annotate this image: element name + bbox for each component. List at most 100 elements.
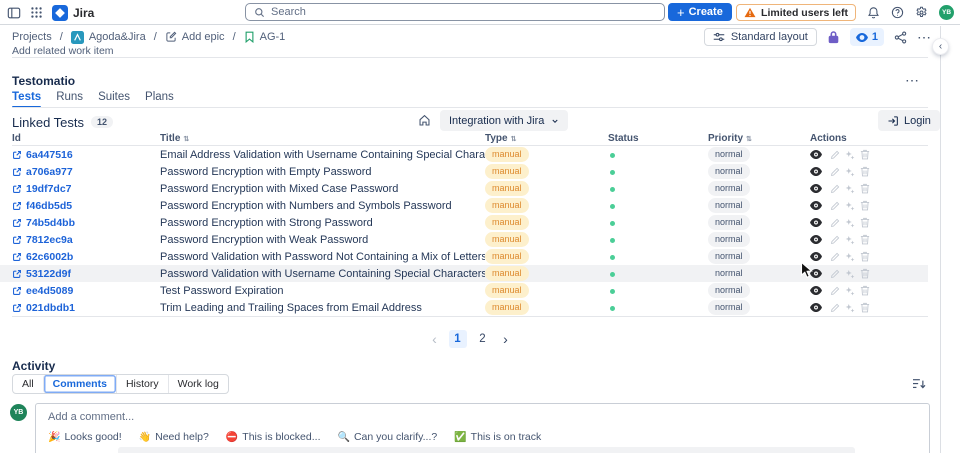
test-id-link[interactable]: 62c6002b [12,251,160,263]
edit-pencil-icon[interactable] [830,201,840,211]
edit-pencil-icon[interactable] [830,235,840,245]
delete-trash-icon[interactable] [860,183,870,194]
test-id-link[interactable]: 021dbdb1 [12,302,160,314]
user-avatar[interactable]: YB [939,5,954,20]
test-id-link[interactable]: 53122d9f [12,268,160,280]
view-test-eye-icon[interactable] [810,218,822,227]
test-id-link[interactable]: ee4d5089 [12,285,160,297]
delete-trash-icon[interactable] [860,217,870,228]
tab-suites[interactable]: Suites [98,91,130,108]
collapse-panel-button[interactable]: ‹ [933,39,948,54]
filter-worklog[interactable]: Work log [167,375,228,393]
test-id-link[interactable]: 74b5d4bb [12,217,160,229]
ai-sparkle-icon[interactable] [845,167,855,177]
limited-users-button[interactable]: Limited users left [736,4,856,21]
quick-reply-looks-good[interactable]: 🎉 Looks good! [48,431,122,443]
delete-trash-icon[interactable] [860,166,870,177]
breadcrumb-add-epic[interactable]: Add epic [165,31,225,43]
create-button[interactable]: + Create [668,3,732,21]
quick-reply-clarify[interactable]: 🔍 Can you clarify...? [338,431,438,443]
ai-sparkle-icon[interactable] [845,235,855,245]
test-id-link[interactable]: a706a977 [12,166,160,178]
ai-sparkle-icon[interactable] [845,218,855,228]
view-test-eye-icon[interactable] [810,235,822,244]
ai-sparkle-icon[interactable] [845,150,855,160]
test-id-link[interactable]: 7812ec9a [12,234,160,246]
table-row[interactable]: 62c6002b Password Validation with Passwo… [0,248,928,265]
ai-sparkle-icon[interactable] [845,252,855,262]
sidebar-toggle-icon[interactable] [7,6,21,20]
testomatio-more-menu[interactable]: ⋯ [905,72,920,89]
notifications-bell-icon[interactable] [867,6,880,19]
edit-pencil-icon[interactable] [830,218,840,228]
quick-reply-need-help[interactable]: 👋 Need help? [139,431,209,443]
table-row[interactable]: 021dbdb1 Trim Leading and Trailing Space… [0,299,928,316]
ai-sparkle-icon[interactable] [845,303,855,313]
watchers-badge[interactable]: 1 [849,28,884,46]
delete-trash-icon[interactable] [860,149,870,160]
filter-comments[interactable]: Comments [42,375,116,393]
view-test-eye-icon[interactable] [810,286,822,295]
tab-plans[interactable]: Plans [145,91,174,108]
standard-layout-button[interactable]: Standard layout [703,28,817,46]
column-header-title[interactable]: Title ⇅ [160,133,485,144]
edit-pencil-icon[interactable] [830,286,840,296]
ai-sparkle-icon[interactable] [845,201,855,211]
edit-pencil-icon[interactable] [830,150,840,160]
table-row[interactable]: a706a977 Password Encryption with Empty … [0,163,928,180]
edit-pencil-icon[interactable] [830,167,840,177]
test-id-link[interactable]: 19df7dc7 [12,183,160,195]
edit-pencil-icon[interactable] [830,269,840,279]
breadcrumb-projects[interactable]: Projects [12,31,52,43]
home-icon[interactable] [418,114,431,127]
delete-trash-icon[interactable] [860,302,870,313]
comment-input-box[interactable]: Add a comment... 🎉 Looks good! 👋 Need help… [35,403,930,453]
edit-pencil-icon[interactable] [830,184,840,194]
table-row[interactable]: 53122d9f Password Validation with Userna… [0,265,928,282]
login-button[interactable]: Login [878,110,940,131]
table-row[interactable]: 19df7dc7 Password Encryption with Mixed … [0,180,928,197]
settings-gear-icon[interactable] [915,6,928,19]
tab-runs[interactable]: Runs [56,91,83,108]
integration-dropdown[interactable]: Integration with Jira [440,110,569,131]
activity-sort-order-icon[interactable] [912,378,926,390]
breadcrumb-issue-key[interactable]: AG-1 [244,31,285,43]
delete-trash-icon[interactable] [860,285,870,296]
view-test-eye-icon[interactable] [810,184,822,193]
quick-reply-blocked[interactable]: ⛔ This is blocked... [226,431,321,443]
help-icon[interactable] [891,6,904,19]
table-row[interactable]: 6a447516 Email Address Validation with U… [0,146,928,163]
tab-tests[interactable]: Tests [12,91,42,108]
view-test-eye-icon[interactable] [810,167,822,176]
table-row[interactable]: f46db5d5 Password Encryption with Number… [0,197,928,214]
breadcrumb-project[interactable]: Agoda&Jira [70,30,146,44]
delete-trash-icon[interactable] [860,234,870,245]
filter-history[interactable]: History [115,375,168,393]
column-header-type[interactable]: Type ⇅ [485,133,608,144]
jira-home-link[interactable]: Jira [52,4,94,21]
delete-trash-icon[interactable] [860,268,870,279]
view-test-eye-icon[interactable] [810,201,822,210]
ai-sparkle-icon[interactable] [845,184,855,194]
view-test-eye-icon[interactable] [810,150,822,159]
test-id-link[interactable]: f46db5d5 [12,200,160,212]
ai-sparkle-icon[interactable] [845,269,855,279]
lock-icon[interactable] [827,30,840,44]
column-header-priority[interactable]: Priority ⇅ [708,133,810,144]
table-row[interactable]: 74b5d4bb Password Encryption with Strong… [0,214,928,231]
view-test-eye-icon[interactable] [810,252,822,261]
delete-trash-icon[interactable] [860,200,870,211]
table-row[interactable]: ee4d5089 Test Password Expiration manual… [0,282,928,299]
edit-pencil-icon[interactable] [830,252,840,262]
test-id-link[interactable]: 6a447516 [12,149,160,161]
add-related-work-item[interactable]: Add related work item [12,45,114,57]
edit-pencil-icon[interactable] [830,303,840,313]
global-search-input[interactable]: Search [245,3,665,21]
filter-all[interactable]: All [13,375,43,393]
delete-trash-icon[interactable] [860,251,870,262]
ai-sparkle-icon[interactable] [845,286,855,296]
share-icon[interactable] [894,31,907,44]
page-2-button[interactable]: 2 [474,330,492,348]
next-page-chevron[interactable]: › [499,332,513,346]
app-switcher-icon[interactable] [30,6,43,19]
